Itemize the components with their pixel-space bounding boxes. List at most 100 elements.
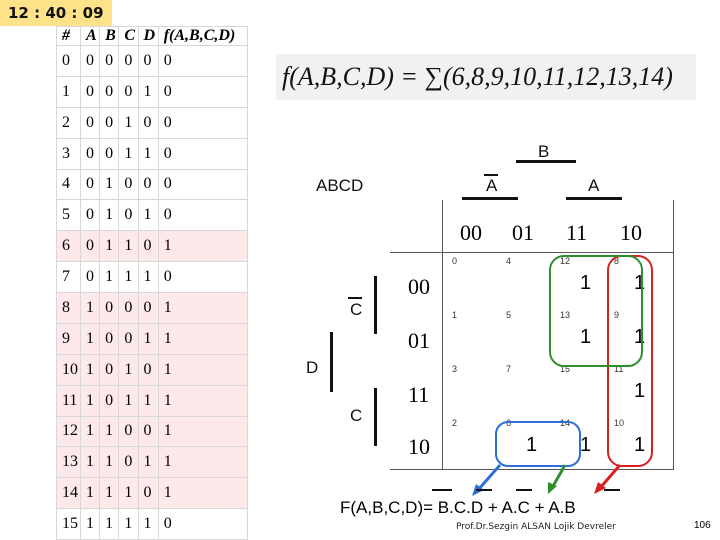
table-cell: 0 <box>79 199 101 232</box>
table-cell: 0 <box>56 45 81 77</box>
table-cell: 0 <box>157 75 249 108</box>
table-cell: 0 <box>99 75 120 108</box>
table-cell: 8 <box>56 292 81 324</box>
table-cell: 0 <box>79 230 101 263</box>
table-cell: 0 <box>118 199 139 232</box>
table-cell: 0 <box>157 168 249 201</box>
table-cell: 1 <box>157 477 249 510</box>
a-complement-mark <box>484 174 498 176</box>
green-group-loop <box>549 255 643 367</box>
page-number: 106 <box>694 520 711 531</box>
table-cell: 1 <box>137 384 159 417</box>
table-cell: 0 <box>99 384 120 417</box>
blue-group-loop <box>495 421 581 467</box>
label-c: C <box>350 406 363 425</box>
table-cell: 1 <box>99 230 120 263</box>
col-index-header: # <box>56 26 81 46</box>
table-cell: 1 <box>118 137 139 170</box>
table-cell: 1 <box>137 261 159 293</box>
table-cell: 13 <box>56 446 81 479</box>
table-cell: 0 <box>79 45 101 77</box>
table-cell: 0 <box>137 230 159 263</box>
table-row: 701110 <box>56 261 249 293</box>
karnaugh-map: 00 01 11 10 00 01 11 10 0 4 12 1 8 1 1 5 13 1 9 1 3 7… <box>390 200 674 470</box>
table-cell: 1 <box>157 230 249 263</box>
table-cell: 1 <box>118 477 139 510</box>
table-cell: 2 <box>56 106 81 139</box>
table-row: 910011 <box>56 322 249 355</box>
table-cell: 1 <box>118 106 139 139</box>
table-cell: 1 <box>157 292 249 324</box>
table-cell: 0 <box>137 415 159 448</box>
label-c-bar: C <box>350 300 363 319</box>
table-row: 601101 <box>56 230 249 263</box>
label-b-top: B <box>538 142 550 161</box>
table-cell: 0 <box>157 45 249 77</box>
table-row: 100010 <box>56 75 249 108</box>
table-cell: 0 <box>99 322 120 355</box>
table-cell: 1 <box>79 292 101 324</box>
table-cell: 1 <box>99 168 120 201</box>
table-cell: 0 <box>137 477 159 510</box>
grouping-loops <box>495 255 653 467</box>
table-cell: 4 <box>56 168 81 201</box>
table-row: 401000 <box>56 168 249 201</box>
table-cell: 1 <box>137 446 159 479</box>
c-complement-mark <box>348 297 362 299</box>
table-cell: 0 <box>157 199 249 232</box>
table-cell: 0 <box>79 106 101 139</box>
table-cell: 1 <box>99 446 120 479</box>
table-row: 11 1 0 1 1 1 <box>56 384 249 417</box>
table-cell: 9 <box>56 322 81 355</box>
table-cell: 0 <box>137 168 159 201</box>
red-group-loop <box>607 255 653 467</box>
table-cell: 10 <box>56 353 81 386</box>
table-cell: 1 <box>56 75 81 108</box>
table-cell: 0 <box>79 261 101 293</box>
col-b-header: B <box>99 26 120 46</box>
col-c-header: C <box>118 26 139 46</box>
table-cell: 6 <box>56 230 81 263</box>
c-range-bar <box>374 388 377 446</box>
table-cell: 0 <box>157 261 249 293</box>
table-row: 501010 <box>56 199 249 232</box>
table-cell: 1 <box>99 508 120 540</box>
table-row: 12 1 1 0 0 1 <box>56 415 249 448</box>
table-cell: 1 <box>99 415 120 448</box>
table-cell: 0 <box>137 292 159 324</box>
table-row: 200100 <box>56 106 249 139</box>
label-a-bar: A <box>486 176 498 195</box>
table-cell: 1 <box>137 322 159 355</box>
table-cell: 11 <box>56 384 81 417</box>
table-cell: 0 <box>157 508 249 540</box>
table-cell: 1 <box>79 353 101 386</box>
table-cell: 1 <box>157 322 249 355</box>
table-cell: 1 <box>157 415 249 448</box>
table-cell: 1 <box>79 477 101 510</box>
table-cell: 0 <box>118 292 139 324</box>
table-cell: 3 <box>56 137 81 170</box>
table-cell: 1 <box>137 508 159 540</box>
table-cell: 7 <box>56 261 81 293</box>
table-row: 000000 <box>56 45 249 77</box>
table-cell: 0 <box>118 168 139 201</box>
table-cell: 0 <box>118 446 139 479</box>
table-cell: 1 <box>157 353 249 386</box>
table-cell: 0 <box>118 415 139 448</box>
table-cell: 1 <box>118 353 139 386</box>
table-cell: 1 <box>137 75 159 108</box>
footer-author: Prof.Dr.Sezgin ALSAN Lojik Devreler <box>456 522 616 532</box>
truth-table-header: # A B C D f(A,B,C,D) <box>56 26 249 46</box>
col-d-header: D <box>137 26 159 46</box>
table-row: 300110 <box>56 137 249 170</box>
table-cell: 0 <box>99 45 120 77</box>
table-cell: 0 <box>137 45 159 77</box>
table-row: 15 1 1 1 1 0 <box>56 508 249 540</box>
table-cell: 0 <box>118 75 139 108</box>
b-range-bar <box>516 160 576 163</box>
table-cell: 12 <box>56 415 81 448</box>
table-row: 10 1 0 1 0 1 <box>56 353 249 386</box>
table-cell: 0 <box>79 168 101 201</box>
table-cell: 1 <box>118 384 139 417</box>
table-row: 14 1 1 1 0 1 <box>56 477 249 510</box>
